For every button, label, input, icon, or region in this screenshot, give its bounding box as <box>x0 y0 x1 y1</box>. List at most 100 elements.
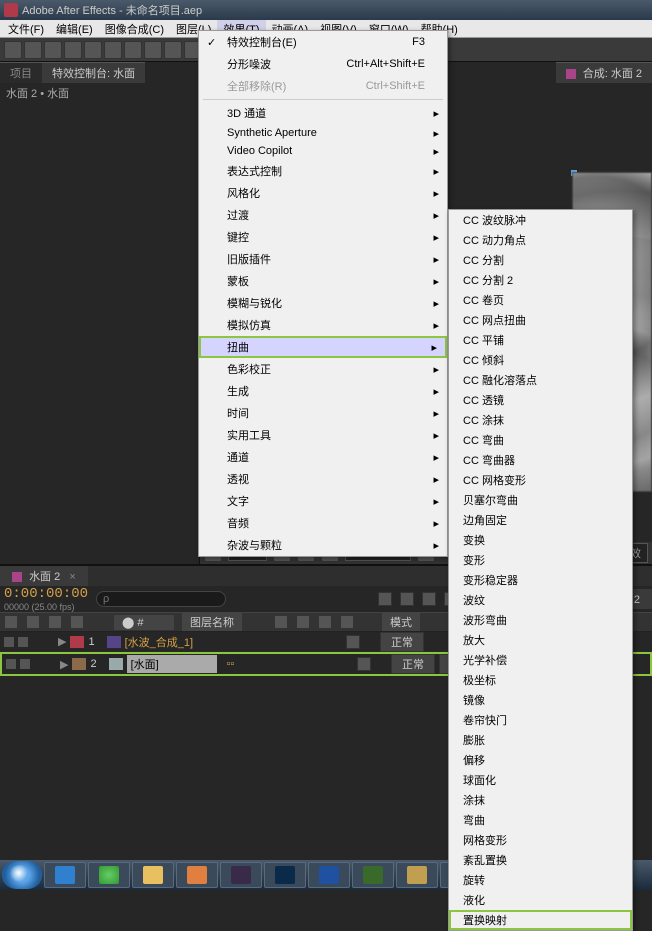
task-wmp[interactable] <box>176 862 218 888</box>
distort-submenu-item[interactable]: 波纹 <box>449 590 632 610</box>
menu-composition[interactable]: 图像合成(C) <box>99 20 170 38</box>
distort-submenu-item[interactable]: 网格变形 <box>449 830 632 850</box>
distort-submenu-item[interactable]: 膨胀 <box>449 730 632 750</box>
effects-menu-item[interactable]: 实用工具▸ <box>199 424 447 446</box>
effects-menu-item[interactable]: 键控▸ <box>199 226 447 248</box>
effects-menu-item[interactable]: 色彩校正▸ <box>199 358 447 380</box>
effects-menu-item[interactable]: 分形噪波Ctrl+Alt+Shift+E <box>199 53 447 75</box>
distort-submenu-item[interactable]: 变形稳定器 <box>449 570 632 590</box>
tool-hand[interactable] <box>24 41 42 59</box>
tool-shape[interactable] <box>124 41 142 59</box>
distort-submenu-item[interactable]: 置换映射 <box>449 910 632 930</box>
distort-submenu-item[interactable]: CC 融化溶落点 <box>449 370 632 390</box>
effects-menu-item[interactable]: Video Copilot▸ <box>199 142 447 160</box>
layer-switch[interactable] <box>357 657 371 671</box>
col-label-icon[interactable]: ⬤ # <box>114 615 174 630</box>
col-visibility-icon[interactable] <box>4 615 18 629</box>
effects-menu-item[interactable]: 时间▸ <box>199 402 447 424</box>
tab-composition[interactable]: 合成: 水面 2 <box>556 62 652 83</box>
distort-submenu-item[interactable]: 贝塞尔弯曲 <box>449 490 632 510</box>
effects-menu-item[interactable]: 表达式控制▸ <box>199 160 447 182</box>
distort-submenu-item[interactable]: 边角固定 <box>449 510 632 530</box>
distort-submenu-item[interactable]: 变形 <box>449 550 632 570</box>
task-explorer[interactable] <box>132 862 174 888</box>
label-color[interactable] <box>72 658 86 670</box>
task-word[interactable] <box>308 862 350 888</box>
distort-submenu-item[interactable]: CC 网格变形 <box>449 470 632 490</box>
col-switch-mb[interactable] <box>318 615 332 629</box>
distort-submenu-item[interactable]: 卷帘快门 <box>449 710 632 730</box>
distort-submenu-item[interactable]: 极坐标 <box>449 670 632 690</box>
distort-submenu-item[interactable]: 球面化 <box>449 770 632 790</box>
current-timecode[interactable]: 0:00:00:00 <box>4 586 88 602</box>
tab-effect-controls[interactable]: 特效控制台: 水面 <box>42 62 145 83</box>
task-ie[interactable] <box>44 862 86 888</box>
distort-submenu-item[interactable]: 光学补偿 <box>449 650 632 670</box>
distort-submenu-item[interactable]: 镜像 <box>449 690 632 710</box>
timeline-switch-2[interactable] <box>400 592 414 606</box>
col-switch-fx[interactable] <box>296 615 310 629</box>
tool-anchor[interactable] <box>104 41 122 59</box>
distort-submenu-item[interactable]: CC 波纹脉冲 <box>449 210 632 230</box>
effects-menu-item[interactable]: 扭曲▸ <box>199 336 447 358</box>
task-dw[interactable] <box>352 862 394 888</box>
effects-menu-item[interactable]: 通道▸ <box>199 446 447 468</box>
col-switch-3d[interactable] <box>340 615 354 629</box>
col-lock-icon[interactable] <box>70 615 84 629</box>
effects-menu-item[interactable]: Synthetic Aperture▸ <box>199 124 447 142</box>
twirl-icon[interactable]: ▶ <box>60 658 68 671</box>
distort-submenu-item[interactable]: 放大 <box>449 630 632 650</box>
visibility-toggle[interactable] <box>4 637 14 647</box>
timeline-switch-1[interactable] <box>378 592 392 606</box>
distort-submenu-item[interactable]: CC 弯曲器 <box>449 450 632 470</box>
distort-submenu-item[interactable]: CC 分割 <box>449 250 632 270</box>
distort-submenu-item[interactable]: CC 动力角点 <box>449 230 632 250</box>
effects-menu-item[interactable]: 3D 通道▸ <box>199 102 447 124</box>
tool-text[interactable] <box>164 41 182 59</box>
task-notepad[interactable] <box>396 862 438 888</box>
distort-submenu-item[interactable]: 涂抹 <box>449 790 632 810</box>
tab-project[interactable]: 项目 <box>0 62 42 83</box>
tool-camera[interactable] <box>84 41 102 59</box>
menu-file[interactable]: 文件(F) <box>2 20 50 38</box>
label-color[interactable] <box>70 636 84 648</box>
distort-submenu-item[interactable]: CC 涂抹 <box>449 410 632 430</box>
start-button[interactable] <box>2 861 42 889</box>
effects-menu-item[interactable]: 模拟仿真▸ <box>199 314 447 336</box>
tool-selection[interactable] <box>4 41 22 59</box>
layer-name[interactable]: [水面] <box>127 655 217 673</box>
task-browser[interactable] <box>88 862 130 888</box>
distort-submenu-item[interactable]: 偏移 <box>449 750 632 770</box>
effects-menu-item[interactable]: 旧版插件▸ <box>199 248 447 270</box>
blend-mode-dropdown[interactable]: 正常 <box>391 654 435 674</box>
distort-submenu-item[interactable]: 波形弯曲 <box>449 610 632 630</box>
effects-menu-item[interactable]: 音频▸ <box>199 512 447 534</box>
tool-pen[interactable] <box>144 41 162 59</box>
col-source-name[interactable]: 图层名称 <box>182 613 242 631</box>
effects-menu-item[interactable]: 生成▸ <box>199 380 447 402</box>
effects-menu-item[interactable]: 杂波与颗粒▸ <box>199 534 447 556</box>
effects-menu-item[interactable]: 模糊与锐化▸ <box>199 292 447 314</box>
distort-submenu-item[interactable]: CC 网点扭曲 <box>449 310 632 330</box>
effects-menu-item[interactable]: 特效控制台(E)F3 <box>199 31 447 53</box>
distort-submenu-item[interactable]: CC 平铺 <box>449 330 632 350</box>
visibility-toggle[interactable] <box>6 659 16 669</box>
effects-menu-item[interactable]: 文字▸ <box>199 490 447 512</box>
layer-name[interactable]: [水波_合成_1] <box>125 634 193 650</box>
tool-rotate[interactable] <box>64 41 82 59</box>
distort-submenu-item[interactable]: 液化 <box>449 890 632 910</box>
timeline-search[interactable] <box>96 591 226 607</box>
effects-menu-item[interactable]: 风格化▸ <box>199 182 447 204</box>
distort-submenu-item[interactable]: CC 分割 2 <box>449 270 632 290</box>
effects-menu-item[interactable]: 蒙板▸ <box>199 270 447 292</box>
distort-submenu-item[interactable]: 旋转 <box>449 870 632 890</box>
distort-submenu-item[interactable]: 弯曲 <box>449 810 632 830</box>
tool-zoom[interactable] <box>44 41 62 59</box>
distort-submenu-item[interactable]: 紊乱置换 <box>449 850 632 870</box>
audio-toggle[interactable] <box>20 659 30 669</box>
distort-submenu-item[interactable]: CC 透镜 <box>449 390 632 410</box>
distort-submenu-item[interactable]: 变换 <box>449 530 632 550</box>
audio-toggle[interactable] <box>18 637 28 647</box>
distort-submenu-item[interactable]: CC 弯曲 <box>449 430 632 450</box>
menu-edit[interactable]: 编辑(E) <box>50 20 99 38</box>
